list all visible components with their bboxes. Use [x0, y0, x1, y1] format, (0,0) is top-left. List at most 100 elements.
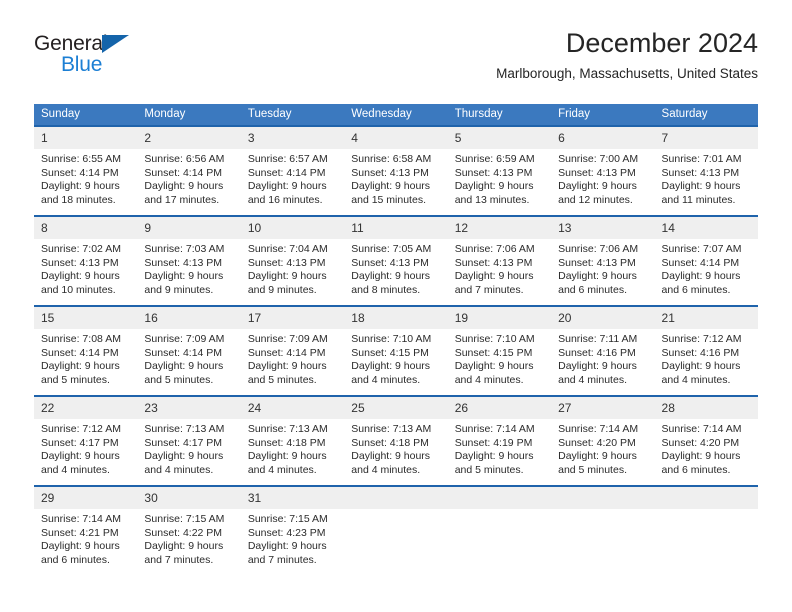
daylight-text-line2: and 18 minutes. — [41, 193, 116, 206]
daylight-text-line2: and 5 minutes. — [454, 463, 524, 476]
daylight-text-line2: and 4 minutes. — [661, 373, 731, 386]
daylight-text-line1: Daylight: 9 hours — [454, 360, 534, 373]
calendar-day-cell[interactable]: 9 Sunrise: 7:03 AM Sunset: 4:13 PM Daylight… — [137, 215, 241, 306]
day-number: 22 — [34, 397, 138, 419]
day-details: Sunrise: 7:13 AM Sunset: 4:17 PM Daylight:… — [137, 419, 240, 477]
calendar-day-cell[interactable]: 13 Sunrise: 7:06 AM Sunset: 4:13 PM Dayligh… — [551, 215, 655, 306]
calendar-day-cell[interactable]: 28 Sunrise: 7:14 AM Sunset: 4:20 PM Dayligh… — [654, 395, 758, 486]
day-number: 18 — [344, 307, 448, 329]
calendar-day-cell[interactable]: 7 Sunrise: 7:01 AM Sunset: 4:13 PM Daylight… — [654, 125, 758, 216]
calendar-day-cell[interactable]: 10 Sunrise: 7:04 AM Sunset: 4:13 PM Dayligh… — [240, 215, 345, 306]
calendar-day-cell[interactable]: 31 Sunrise: 7:15 AM Sunset: 4:23 PM Dayligh… — [240, 485, 345, 575]
calendar-day-cell[interactable]: 1 Sunrise: 6:55 AM Sunset: 4:14 PM Daylight… — [34, 125, 138, 216]
calendar-day-cell[interactable]: 14 Sunrise: 7:07 AM Sunset: 4:14 PM Dayligh… — [654, 215, 758, 306]
calendar-day-cell[interactable]: 29 Sunrise: 7:14 AM Sunset: 4:21 PM Dayligh… — [34, 485, 138, 575]
calendar-day-cell[interactable]: 2 Sunrise: 6:56 AM Sunset: 4:14 PM Daylight… — [137, 125, 241, 216]
daylight-text-line2: and 11 minutes. — [661, 193, 736, 206]
daylight-text-line1: Daylight: 9 hours — [247, 450, 327, 463]
weekday-header-sunday: Sunday — [34, 104, 138, 126]
calendar-day-cell[interactable]: 25 Sunrise: 7:13 AM Sunset: 4:18 PM Dayligh… — [344, 395, 448, 486]
daylight-text-line1: Daylight: 9 hours — [351, 450, 431, 463]
weekday-header-wednesday: Wednesday — [344, 104, 448, 126]
sunrise-text: Sunrise: 7:14 AM — [454, 423, 535, 435]
weekday-header-friday: Friday — [551, 104, 655, 126]
calendar-day-cell[interactable]: 16 Sunrise: 7:09 AM Sunset: 4:14 PM Dayligh… — [137, 305, 241, 396]
daylight-text-line1: Daylight: 9 hours — [351, 270, 431, 283]
day-details: Sunrise: 7:10 AM Sunset: 4:15 PM Daylight:… — [344, 329, 447, 387]
daylight-text-line2: and 4 minutes. — [41, 463, 110, 476]
calendar-day-cell[interactable]: 8 Sunrise: 7:02 AM Sunset: 4:13 PM Daylight… — [34, 215, 138, 306]
calendar-day-cell[interactable]: 21 Sunrise: 7:12 AM Sunset: 4:16 PM Dayligh… — [654, 305, 758, 396]
day-details: Sunrise: 7:12 AM Sunset: 4:17 PM Daylight:… — [34, 419, 137, 477]
sunset-text: Sunset: 4:13 PM — [144, 256, 223, 269]
daylight-text-line1: Daylight: 9 hours — [144, 180, 224, 193]
daylight-text-line2: and 4 minutes. — [454, 373, 524, 386]
calendar-day-cell[interactable]: 6 Sunrise: 7:00 AM Sunset: 4:13 PM Daylight… — [551, 125, 655, 216]
day-number: 28 — [654, 397, 758, 419]
day-number: 19 — [447, 307, 552, 329]
sunset-text: Sunset: 4:13 PM — [351, 166, 429, 179]
day-details: Sunrise: 7:15 AM Sunset: 4:23 PM Daylight:… — [241, 509, 344, 567]
calendar-day-cell[interactable]: 18 Sunrise: 7:10 AM Sunset: 4:15 PM Dayligh… — [344, 305, 448, 396]
calendar-day-cell[interactable]: 22 Sunrise: 7:12 AM Sunset: 4:17 PM Dayligh… — [34, 395, 138, 486]
daylight-text-line1: Daylight: 9 hours — [558, 450, 637, 463]
daylight-text-line2: and 4 minutes. — [351, 463, 421, 476]
calendar-day-cell[interactable]: 3 Sunrise: 6:57 AM Sunset: 4:14 PM Daylight… — [240, 125, 345, 216]
calendar-day-cell[interactable]: 11 Sunrise: 7:05 AM Sunset: 4:13 PM Dayligh… — [344, 215, 448, 306]
calendar-day-cell[interactable]: 19 Sunrise: 7:10 AM Sunset: 4:15 PM Dayligh… — [447, 305, 552, 396]
daylight-text-line1: Daylight: 9 hours — [661, 180, 741, 193]
sunrise-text: Sunrise: 7:11 AM — [558, 333, 638, 345]
sunset-text: Sunset: 4:19 PM — [454, 436, 533, 449]
weekday-header-tuesday: Tuesday — [240, 104, 345, 126]
daylight-text-line2: and 4 minutes. — [247, 463, 317, 476]
sunrise-text: Sunrise: 7:15 AM — [247, 513, 328, 525]
sunset-text: Sunset: 4:14 PM — [247, 346, 326, 359]
sunrise-text: Sunrise: 7:01 AM — [661, 153, 742, 165]
daylight-text-line2: and 12 minutes. — [558, 193, 633, 206]
daylight-text-line2: and 4 minutes. — [351, 373, 421, 386]
calendar-day-cell[interactable]: 15 Sunrise: 7:08 AM Sunset: 4:14 PM Dayligh… — [34, 305, 138, 396]
page-header: General Blue December 2024 Marlborough, … — [34, 26, 758, 98]
sunset-text: Sunset: 4:13 PM — [454, 256, 533, 269]
day-details: Sunrise: 7:09 AM Sunset: 4:14 PM Daylight:… — [241, 329, 344, 387]
sunrise-text: Sunrise: 7:13 AM — [247, 423, 328, 435]
sunset-text: Sunset: 4:21 PM — [41, 526, 119, 539]
sunset-text: Sunset: 4:13 PM — [351, 256, 429, 269]
daylight-text-line1: Daylight: 9 hours — [144, 360, 224, 373]
sunrise-text: Sunrise: 7:03 AM — [144, 243, 225, 255]
day-details: Sunrise: 7:14 AM Sunset: 4:20 PM Daylight:… — [655, 419, 758, 477]
calendar-week-row: 8 Sunrise: 7:02 AM Sunset: 4:13 PM Daylight… — [34, 215, 758, 306]
day-number: 20 — [551, 307, 655, 329]
day-number: 16 — [137, 307, 241, 329]
day-details: Sunrise: 7:15 AM Sunset: 4:22 PM Daylight:… — [137, 509, 240, 567]
calendar-table: Sunday Monday Tuesday Wednesday Thursday… — [34, 104, 758, 575]
calendar-day-cell[interactable]: 23 Sunrise: 7:13 AM Sunset: 4:17 PM Dayligh… — [137, 395, 241, 486]
sunrise-text: Sunrise: 7:09 AM — [144, 333, 225, 345]
sunset-text: Sunset: 4:15 PM — [351, 346, 429, 359]
calendar-day-cell[interactable]: 20 Sunrise: 7:11 AM Sunset: 4:16 PM Dayligh… — [551, 305, 655, 396]
day-number: 2 — [137, 127, 241, 149]
day-details: Sunrise: 6:55 AM Sunset: 4:14 PM Daylight:… — [34, 149, 137, 207]
daylight-text-line2: and 10 minutes. — [41, 283, 116, 296]
calendar-day-cell[interactable]: 24 Sunrise: 7:13 AM Sunset: 4:18 PM Dayligh… — [240, 395, 345, 486]
daylight-text-line2: and 15 minutes. — [351, 193, 426, 206]
sunrise-text: Sunrise: 7:04 AM — [247, 243, 328, 255]
calendar-day-cell[interactable]: 26 Sunrise: 7:14 AM Sunset: 4:19 PM Dayligh… — [447, 395, 552, 486]
day-number: 4 — [344, 127, 448, 149]
daylight-text-line1: Daylight: 9 hours — [661, 360, 741, 373]
calendar-day-cell[interactable]: 12 Sunrise: 7:06 AM Sunset: 4:13 PM Dayligh… — [447, 215, 552, 306]
calendar-day-cell[interactable]: 17 Sunrise: 7:09 AM Sunset: 4:14 PM Dayligh… — [240, 305, 345, 396]
day-number: 30 — [137, 487, 241, 509]
calendar-day-cell[interactable]: 4 Sunrise: 6:58 AM Sunset: 4:13 PM Daylight… — [344, 125, 448, 216]
day-number: 11 — [344, 217, 448, 239]
sunset-text: Sunset: 4:18 PM — [351, 436, 429, 449]
calendar-day-cell[interactable]: 27 Sunrise: 7:14 AM Sunset: 4:20 PM Dayligh… — [551, 395, 655, 486]
calendar-day-cell[interactable]: 5 Sunrise: 6:59 AM Sunset: 4:13 PM Daylight… — [447, 125, 552, 216]
calendar-day-cell[interactable]: 30 Sunrise: 7:15 AM Sunset: 4:22 PM Dayligh… — [137, 485, 241, 575]
day-details: Sunrise: 7:09 AM Sunset: 4:14 PM Daylight:… — [137, 329, 240, 387]
daylight-text-line1: Daylight: 9 hours — [144, 450, 224, 463]
general-blue-logo[interactable]: General Blue — [34, 32, 234, 92]
weekday-header-thursday: Thursday — [447, 104, 552, 126]
calendar-week-row: 29 Sunrise: 7:14 AM Sunset: 4:21 PM Dayligh… — [34, 485, 758, 575]
sunrise-text: Sunrise: 7:12 AM — [41, 423, 121, 435]
